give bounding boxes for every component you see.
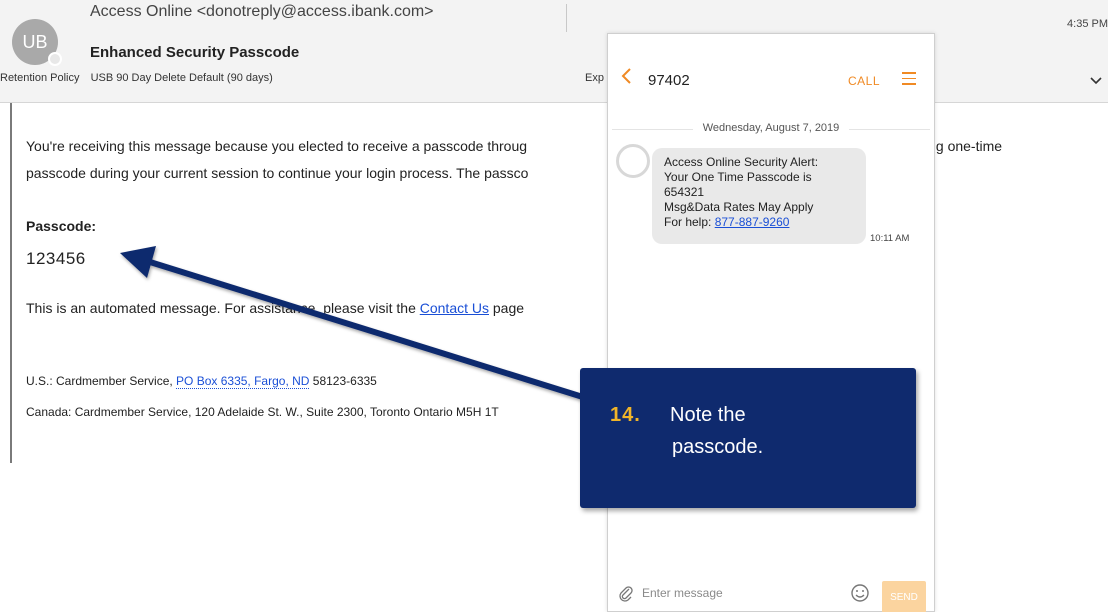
instruction-callout: 14. Note the passcode. <box>580 368 916 508</box>
message-date: Wednesday, August 7, 2019 <box>608 122 934 134</box>
phone-contact-number: 97402 <box>648 72 690 89</box>
message-line: 654321 <box>664 185 705 199</box>
passcode-value: 123456 <box>26 249 86 268</box>
address-us-prefix: U.S.: Cardmember Service, <box>26 374 177 388</box>
retention-value: USB 90 Day Delete Default (90 days) <box>90 72 273 84</box>
callout-text-line1: Note the <box>670 404 746 426</box>
retention-label: Retention Policy <box>0 72 80 84</box>
email-time: 4:35 PM <box>1067 18 1108 30</box>
message-bubble: Access Online Security Alert: Your One T… <box>652 148 866 244</box>
automated-message-text: This is an automated message. For assist… <box>26 300 420 316</box>
chevron-down-icon[interactable] <box>1090 74 1102 86</box>
callout-text-line2: passcode. <box>672 436 764 458</box>
header-divider <box>566 4 567 32</box>
step-number: 14. <box>610 404 641 426</box>
retention-policy: Retention Policy USB 90 Day Delete Defau… <box>0 72 273 84</box>
passcode-label: Passcode: <box>26 218 97 234</box>
back-chevron-icon[interactable] <box>620 68 632 84</box>
phone-topbar: 97402 CALL <box>608 34 934 94</box>
message-input[interactable]: Enter message <box>642 586 723 600</box>
message-time: 10:11 AM <box>870 233 910 244</box>
message-date-text: Wednesday, August 7, 2019 <box>692 122 850 134</box>
expires-label: Exp <box>585 72 604 84</box>
address-us-link[interactable]: PO Box 6335, Fargo, ND <box>176 374 310 389</box>
message-line: Access Online Security Alert: <box>664 155 819 169</box>
address-canada: Canada: Cardmember Service, 120 Adelaide… <box>26 405 499 419</box>
email-subject: Enhanced Security Passcode <box>90 44 300 61</box>
message-line: Msg&Data Rates May Apply <box>664 200 814 214</box>
body-left-rule <box>10 103 12 463</box>
call-button[interactable]: CALL <box>848 74 880 88</box>
contact-us-link[interactable]: Contact Us <box>420 300 489 316</box>
presence-icon <box>48 52 62 66</box>
avatar-initials: UB <box>22 31 48 52</box>
email-header: UB Access Online <donotreply@access.iban… <box>0 0 1108 103</box>
menu-icon[interactable] <box>902 72 916 86</box>
sender-address[interactable]: Access Online <donotreply@access.ibank.c… <box>90 3 434 21</box>
address-us-suffix: 58123-6335 <box>309 374 377 388</box>
phone-sms-screen: 97402 CALL Wednesday, August 7, 2019 Acc… <box>607 33 935 612</box>
body-paragraph-line1: You're receiving this message because yo… <box>26 138 528 154</box>
automated-message: This is an automated message. For assist… <box>26 300 524 316</box>
emoji-icon[interactable] <box>850 583 870 603</box>
attach-icon[interactable] <box>618 585 634 603</box>
message-help-line: For help: 877-887-9260 <box>664 215 854 230</box>
contact-avatar-icon <box>616 144 650 178</box>
message-line: Your One Time Passcode is <box>664 170 812 184</box>
address-us: U.S.: Cardmember Service, PO Box 6335, F… <box>26 374 377 389</box>
help-prefix: For help: <box>664 215 715 229</box>
send-button[interactable]: SEND <box>882 581 926 612</box>
body-paragraph-line2: passcode during your current session to … <box>26 165 529 181</box>
automated-message-tail: page <box>489 300 525 316</box>
help-phone-link[interactable]: 877-887-9260 <box>715 215 790 229</box>
